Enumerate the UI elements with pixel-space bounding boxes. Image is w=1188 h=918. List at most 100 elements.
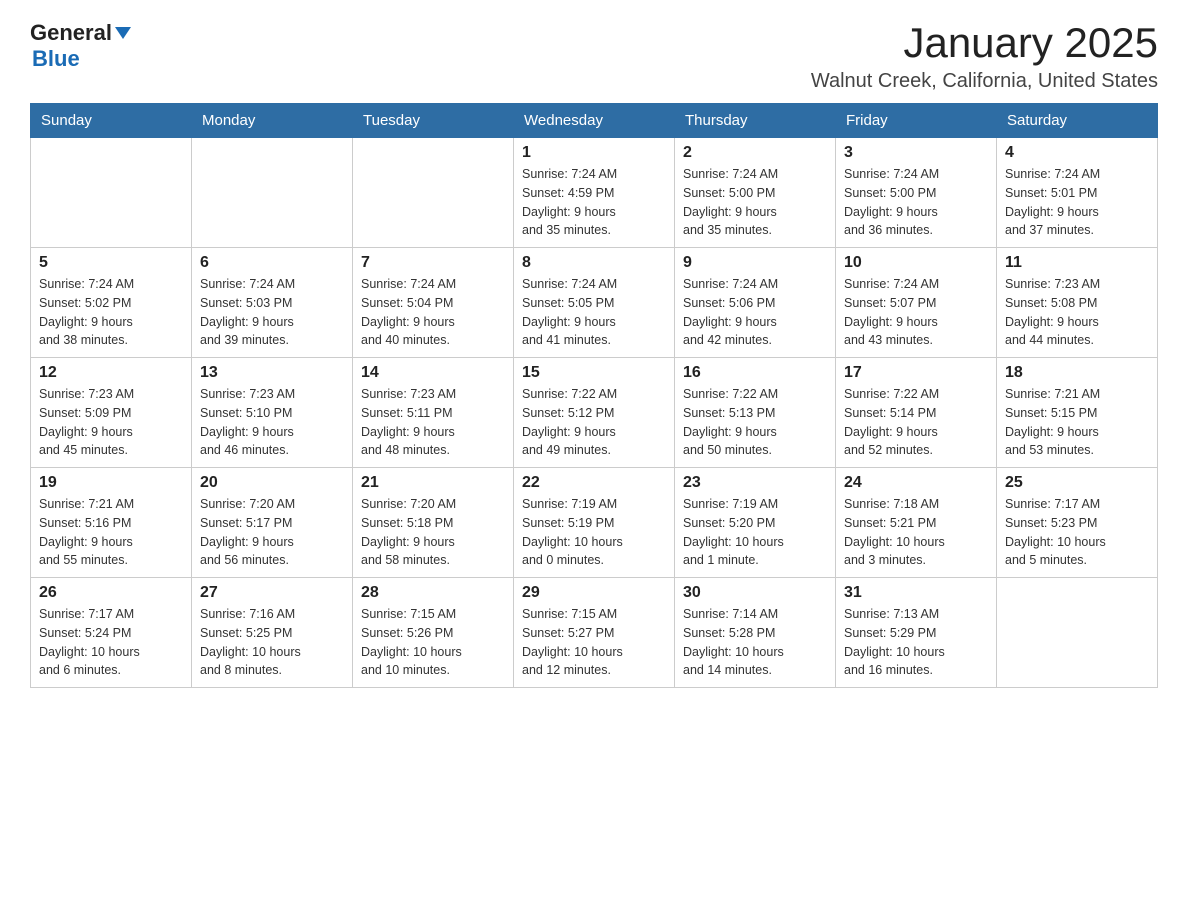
weekday-header-thursday: Thursday [675, 104, 836, 138]
weekday-header-friday: Friday [836, 104, 997, 138]
weekday-header-monday: Monday [192, 104, 353, 138]
location-subtitle: Walnut Creek, California, United States [811, 70, 1158, 93]
calendar-week-row: 19Sunrise: 7:21 AM Sunset: 5:16 PM Dayli… [31, 468, 1158, 578]
day-info: Sunrise: 7:16 AM Sunset: 5:25 PM Dayligh… [200, 605, 344, 680]
calendar-cell: 18 Sunrise: 7:21 AM Sunset: 5:15 PM Dayli… [997, 358, 1158, 468]
calendar-cell: 1Sunrise: 7:24 AM Sunset: 4:59 PM Daylig… [514, 138, 675, 248]
calendar-cell: 5Sunrise: 7:24 AM Sunset: 5:02 PM Daylig… [31, 248, 192, 358]
calendar-cell: 11 Sunrise: 7:23 AM Sunset: 5:08 PM Dayli… [997, 248, 1158, 358]
day-number: 20 [200, 474, 344, 492]
day-info: Sunrise: 7:19 AM Sunset: 5:20 PM Dayligh… [683, 495, 827, 570]
day-number: 25 [1005, 474, 1149, 492]
calendar-cell: 17Sunrise: 7:22 AM Sunset: 5:14 PM Dayli… [836, 358, 997, 468]
day-number: 18 [1005, 364, 1149, 382]
calendar-cell: 20 Sunrise: 7:20 AM Sunset: 5:17 PM Dayli… [192, 468, 353, 578]
day-info: Sunrise: 7:14 AM Sunset: 5:28 PM Dayligh… [683, 605, 827, 680]
calendar-cell: 30 Sunrise: 7:14 AM Sunset: 5:28 PM Dayli… [675, 578, 836, 688]
day-info: Sunrise: 7:24 AM Sunset: 5:00 PM Dayligh… [683, 165, 827, 240]
calendar-cell: 10 Sunrise: 7:24 AM Sunset: 5:07 PM Dayli… [836, 248, 997, 358]
calendar-cell: 31 Sunrise: 7:13 AM Sunset: 5:29 PM Dayli… [836, 578, 997, 688]
logo: General Blue [30, 20, 132, 72]
calendar-cell: 15Sunrise: 7:22 AM Sunset: 5:12 PM Dayli… [514, 358, 675, 468]
day-info: Sunrise: 7:20 AM Sunset: 5:18 PM Dayligh… [361, 495, 505, 570]
logo-general-text: General [30, 20, 112, 46]
day-number: 31 [844, 584, 988, 602]
calendar-cell [353, 138, 514, 248]
calendar-cell: 21Sunrise: 7:20 AM Sunset: 5:18 PM Dayli… [353, 468, 514, 578]
day-number: 16 [683, 364, 827, 382]
weekday-header-wednesday: Wednesday [514, 104, 675, 138]
page-header: General Blue January 2025 Walnut Creek, … [30, 20, 1158, 93]
day-info: Sunrise: 7:17 AM Sunset: 5:23 PM Dayligh… [1005, 495, 1149, 570]
day-number: 13 [200, 364, 344, 382]
day-number: 29 [522, 584, 666, 602]
day-info: Sunrise: 7:22 AM Sunset: 5:12 PM Dayligh… [522, 385, 666, 460]
calendar-cell: 8Sunrise: 7:24 AM Sunset: 5:05 PM Daylig… [514, 248, 675, 358]
day-info: Sunrise: 7:15 AM Sunset: 5:26 PM Dayligh… [361, 605, 505, 680]
day-number: 26 [39, 584, 183, 602]
calendar-week-row: 1Sunrise: 7:24 AM Sunset: 4:59 PM Daylig… [31, 138, 1158, 248]
day-number: 7 [361, 254, 505, 272]
calendar-cell: 9Sunrise: 7:24 AM Sunset: 5:06 PM Daylig… [675, 248, 836, 358]
calendar-cell: 6 Sunrise: 7:24 AM Sunset: 5:03 PM Daylig… [192, 248, 353, 358]
day-number: 30 [683, 584, 827, 602]
day-info: Sunrise: 7:21 AM Sunset: 5:16 PM Dayligh… [39, 495, 183, 570]
day-number: 28 [361, 584, 505, 602]
day-number: 22 [522, 474, 666, 492]
calendar-cell: 28 Sunrise: 7:15 AM Sunset: 5:26 PM Dayli… [353, 578, 514, 688]
day-number: 11 [1005, 254, 1149, 272]
day-number: 3 [844, 144, 988, 162]
calendar-cell: 14 Sunrise: 7:23 AM Sunset: 5:11 PM Dayli… [353, 358, 514, 468]
day-info: Sunrise: 7:22 AM Sunset: 5:13 PM Dayligh… [683, 385, 827, 460]
calendar-cell: 19Sunrise: 7:21 AM Sunset: 5:16 PM Dayli… [31, 468, 192, 578]
logo-triangle-icon [114, 25, 132, 43]
calendar-week-row: 5Sunrise: 7:24 AM Sunset: 5:02 PM Daylig… [31, 248, 1158, 358]
day-number: 6 [200, 254, 344, 272]
day-info: Sunrise: 7:13 AM Sunset: 5:29 PM Dayligh… [844, 605, 988, 680]
day-info: Sunrise: 7:24 AM Sunset: 5:01 PM Dayligh… [1005, 165, 1149, 240]
day-number: 9 [683, 254, 827, 272]
day-number: 14 [361, 364, 505, 382]
calendar-week-row: 12Sunrise: 7:23 AM Sunset: 5:09 PM Dayli… [31, 358, 1158, 468]
calendar-cell [31, 138, 192, 248]
day-number: 1 [522, 144, 666, 162]
day-number: 10 [844, 254, 988, 272]
calendar-cell: 12Sunrise: 7:23 AM Sunset: 5:09 PM Dayli… [31, 358, 192, 468]
day-info: Sunrise: 7:24 AM Sunset: 5:05 PM Dayligh… [522, 275, 666, 350]
calendar-table: SundayMondayTuesdayWednesdayThursdayFrid… [30, 103, 1158, 688]
calendar-cell [997, 578, 1158, 688]
day-info: Sunrise: 7:21 AM Sunset: 5:15 PM Dayligh… [1005, 385, 1149, 460]
calendar-cell: 4 Sunrise: 7:24 AM Sunset: 5:01 PM Daylig… [997, 138, 1158, 248]
calendar-cell: 24Sunrise: 7:18 AM Sunset: 5:21 PM Dayli… [836, 468, 997, 578]
day-info: Sunrise: 7:23 AM Sunset: 5:08 PM Dayligh… [1005, 275, 1149, 350]
day-info: Sunrise: 7:24 AM Sunset: 5:02 PM Dayligh… [39, 275, 183, 350]
title-section: January 2025 Walnut Creek, California, U… [811, 20, 1158, 93]
calendar-week-row: 26Sunrise: 7:17 AM Sunset: 5:24 PM Dayli… [31, 578, 1158, 688]
logo-blue-text: Blue [32, 46, 80, 71]
day-info: Sunrise: 7:15 AM Sunset: 5:27 PM Dayligh… [522, 605, 666, 680]
day-number: 4 [1005, 144, 1149, 162]
calendar-cell: 25 Sunrise: 7:17 AM Sunset: 5:23 PM Dayli… [997, 468, 1158, 578]
calendar-cell: 7 Sunrise: 7:24 AM Sunset: 5:04 PM Daylig… [353, 248, 514, 358]
day-info: Sunrise: 7:23 AM Sunset: 5:10 PM Dayligh… [200, 385, 344, 460]
day-info: Sunrise: 7:24 AM Sunset: 5:00 PM Dayligh… [844, 165, 988, 240]
day-info: Sunrise: 7:23 AM Sunset: 5:11 PM Dayligh… [361, 385, 505, 460]
day-info: Sunrise: 7:22 AM Sunset: 5:14 PM Dayligh… [844, 385, 988, 460]
day-number: 23 [683, 474, 827, 492]
day-info: Sunrise: 7:24 AM Sunset: 5:07 PM Dayligh… [844, 275, 988, 350]
calendar-cell: 27Sunrise: 7:16 AM Sunset: 5:25 PM Dayli… [192, 578, 353, 688]
page-title: January 2025 [811, 20, 1158, 66]
day-info: Sunrise: 7:19 AM Sunset: 5:19 PM Dayligh… [522, 495, 666, 570]
day-info: Sunrise: 7:20 AM Sunset: 5:17 PM Dayligh… [200, 495, 344, 570]
weekday-header-row: SundayMondayTuesdayWednesdayThursdayFrid… [31, 104, 1158, 138]
day-info: Sunrise: 7:24 AM Sunset: 5:04 PM Dayligh… [361, 275, 505, 350]
calendar-cell: 26Sunrise: 7:17 AM Sunset: 5:24 PM Dayli… [31, 578, 192, 688]
day-info: Sunrise: 7:24 AM Sunset: 5:03 PM Dayligh… [200, 275, 344, 350]
weekday-header-sunday: Sunday [31, 104, 192, 138]
day-number: 12 [39, 364, 183, 382]
calendar-cell: 29 Sunrise: 7:15 AM Sunset: 5:27 PM Dayli… [514, 578, 675, 688]
weekday-header-tuesday: Tuesday [353, 104, 514, 138]
calendar-cell: 23 Sunrise: 7:19 AM Sunset: 5:20 PM Dayli… [675, 468, 836, 578]
calendar-cell: 3 Sunrise: 7:24 AM Sunset: 5:00 PM Daylig… [836, 138, 997, 248]
calendar-cell: 16 Sunrise: 7:22 AM Sunset: 5:13 PM Dayli… [675, 358, 836, 468]
